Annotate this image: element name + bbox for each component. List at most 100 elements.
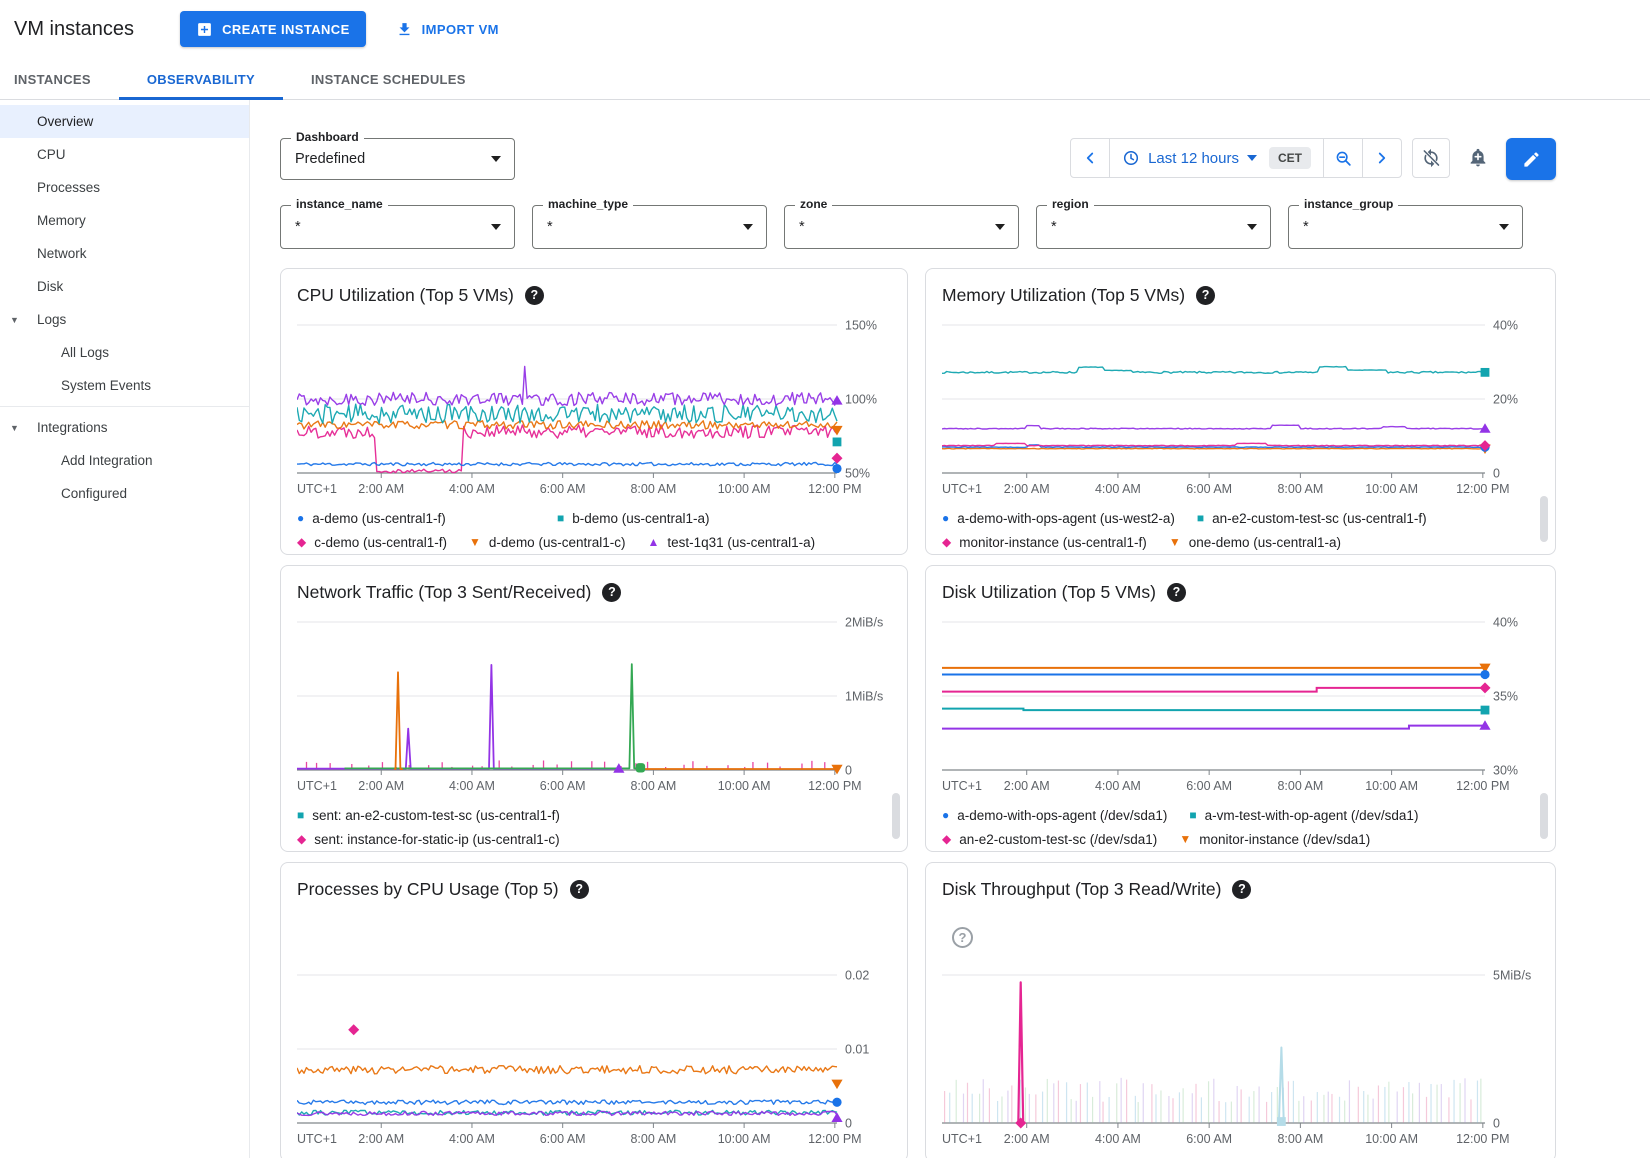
tab-instances[interactable]: INSTANCES (0, 58, 119, 100)
controls-row: Dashboard Predefined Last 12 hours (280, 138, 1556, 180)
time-range-selector[interactable]: Last 12 hours CET (1110, 139, 1323, 177)
dashboard-select[interactable]: Dashboard Predefined (280, 138, 515, 180)
legend-item[interactable]: ◆an-e2-custom-test-sc (/dev/sda1) (942, 832, 1157, 847)
help-icon[interactable]: ? (1232, 880, 1251, 899)
chart-plot[interactable]: 5MiB/s0UTC+12:00 AM4:00 AM6:00 AM8:00 AM… (942, 967, 1539, 1149)
legend-item[interactable]: ■sent: an-e2-custom-test-sc (us-central1… (297, 808, 560, 823)
legend-item[interactable]: ■an-e2-custom-test-sc (us-central1-f) (1197, 511, 1427, 526)
chart-title: Network Traffic (Top 3 Sent/Received) (297, 582, 591, 603)
triangle-down-marker-icon: ▼ (469, 536, 481, 548)
legend-scrollbar[interactable] (892, 793, 900, 839)
sidebar-item-add-integration[interactable]: Add Integration (0, 444, 249, 477)
svg-text:UTC+1: UTC+1 (297, 1132, 337, 1146)
sidebar-item-configured[interactable]: Configured (0, 477, 249, 510)
svg-text:4:00 AM: 4:00 AM (449, 482, 495, 496)
legend-item[interactable]: ▼monitor-instance (/dev/sda1) (1179, 832, 1370, 847)
legend-item[interactable]: ◆c-demo (us-central1-f) (297, 535, 447, 550)
svg-text:0: 0 (845, 764, 852, 778)
chart-plot[interactable]: 2MiB/s1MiB/s0UTC+12:00 AM4:00 AM6:00 AM8… (297, 614, 891, 796)
expander-caret-icon[interactable]: ▼ (10, 423, 19, 433)
sidebar-item-integrations[interactable]: ▼ Integrations (0, 411, 249, 444)
tab-observability[interactable]: OBSERVABILITY (119, 58, 283, 100)
sidebar-item-logs[interactable]: ▼Logs (0, 303, 249, 336)
chart-plot-area: 40%20%0UTC+12:00 AM4:00 AM6:00 AM8:00 AM… (942, 317, 1539, 504)
time-back-button[interactable] (1071, 139, 1109, 177)
svg-text:6:00 AM: 6:00 AM (540, 779, 586, 793)
filter-value: * (295, 219, 301, 235)
sidebar-item-label: Integrations (37, 420, 108, 435)
sidebar-item-overview[interactable]: Overview (0, 105, 249, 138)
timezone-badge[interactable]: CET (1269, 147, 1311, 169)
filter-select-region[interactable]: region* (1036, 205, 1271, 249)
sidebar-item-all-logs[interactable]: All Logs (0, 336, 249, 369)
edit-dashboard-button[interactable] (1506, 138, 1556, 180)
chart-plot[interactable]: 40%35%30%UTC+12:00 AM4:00 AM6:00 AM8:00 … (942, 614, 1539, 796)
sidebar-item-network[interactable]: Network (0, 237, 249, 270)
legend-item[interactable]: ▲test-1q31 (us-central1-a) (647, 535, 815, 550)
help-icon[interactable]: ? (570, 880, 589, 899)
svg-text:2MiB/s: 2MiB/s (845, 616, 883, 630)
svg-text:0.01: 0.01 (845, 1043, 869, 1057)
auto-refresh-off-button[interactable] (1412, 138, 1450, 178)
help-outline-icon[interactable]: ? (952, 927, 973, 948)
legend-item[interactable]: ●a-demo-with-ops-agent (us-west2-a) (942, 511, 1175, 526)
legend-label: a-demo-with-ops-agent (/dev/sda1) (957, 808, 1167, 823)
help-icon[interactable]: ? (1167, 583, 1186, 602)
legend-row: ●a-demo (us-central1-f) ■b-demo (us-centr… (297, 506, 891, 530)
chart-plot[interactable]: 0.020.010UTC+12:00 AM4:00 AM6:00 AM8:00 … (297, 967, 891, 1149)
filter-select-machine-type[interactable]: machine_type* (532, 205, 767, 249)
filter-select-zone[interactable]: zone* (784, 205, 1019, 249)
svg-text:2:00 AM: 2:00 AM (358, 482, 404, 496)
chart-legend: ●a-demo-with-ops-agent (/dev/sda1) ■a-vm-… (942, 803, 1539, 851)
chart-title: Memory Utilization (Top 5 VMs) (942, 285, 1185, 306)
zoom-out-button[interactable] (1324, 139, 1362, 177)
legend-item[interactable]: ◆sent: instance-for-static-ip (us-centra… (297, 832, 560, 847)
sidebar-item-system-events[interactable]: System Events (0, 369, 249, 402)
time-forward-button[interactable] (1363, 139, 1401, 177)
sidebar-item-processes[interactable]: Processes (0, 171, 249, 204)
legend-item[interactable]: ●a-demo-with-ops-agent (/dev/sda1) (942, 808, 1167, 823)
svg-text:4:00 AM: 4:00 AM (1095, 779, 1141, 793)
legend-item[interactable]: ■a-vm-test-with-op-agent (/dev/sda1) (1189, 808, 1418, 823)
filter-select-instance-group[interactable]: instance_group* (1288, 205, 1523, 249)
bell-plus-icon (1467, 147, 1489, 169)
svg-text:2:00 AM: 2:00 AM (1004, 1132, 1050, 1146)
legend-scrollbar[interactable] (1540, 793, 1548, 839)
svg-text:6:00 AM: 6:00 AM (540, 482, 586, 496)
legend-item[interactable]: ▼d-demo (us-central1-c) (469, 535, 625, 550)
legend-item[interactable]: ◆monitor-instance (us-central1-f) (942, 535, 1147, 550)
create-alert-button[interactable] (1460, 138, 1496, 178)
chart-plot[interactable]: 40%20%0UTC+12:00 AM4:00 AM6:00 AM8:00 AM… (942, 317, 1539, 499)
sidebar-item-label: Disk (37, 279, 63, 294)
help-icon[interactable]: ? (525, 286, 544, 305)
help-icon[interactable]: ? (1196, 286, 1215, 305)
filter-value: * (1303, 219, 1309, 235)
sidebar-item-memory[interactable]: Memory (0, 204, 249, 237)
sidebar-item-disk[interactable]: Disk (0, 270, 249, 303)
triangle-up-marker-icon: ▲ (647, 536, 659, 548)
filter-value: * (547, 219, 553, 235)
legend-label: sent: instance-for-static-ip (us-central… (314, 832, 559, 847)
help-icon[interactable]: ? (602, 583, 621, 602)
chart-plot[interactable]: 150%100%50%UTC+12:00 AM4:00 AM6:00 AM8:0… (297, 317, 891, 499)
square-marker-icon: ■ (1197, 512, 1204, 524)
import-vm-button[interactable]: IMPORT VM (396, 11, 499, 47)
chart-title: Disk Utilization (Top 5 VMs) (942, 582, 1156, 603)
svg-text:0: 0 (845, 1117, 852, 1131)
svg-text:UTC+1: UTC+1 (942, 779, 982, 793)
legend-label: a-demo-with-ops-agent (us-west2-a) (957, 511, 1175, 526)
sidebar-item-label: Network (37, 246, 87, 261)
legend-item[interactable]: ■b-demo (us-central1-a) (557, 511, 795, 526)
legend-label: an-e2-custom-test-sc (/dev/sda1) (959, 832, 1157, 847)
expander-caret-icon[interactable]: ▼ (10, 315, 19, 325)
legend-scrollbar[interactable] (1540, 496, 1548, 542)
filter-select-instance-name[interactable]: instance_name* (280, 205, 515, 249)
legend-item[interactable]: ▼one-demo (us-central1-a) (1169, 535, 1341, 550)
tab-instance-schedules[interactable]: INSTANCE SCHEDULES (283, 58, 494, 100)
create-instance-button[interactable]: CREATE INSTANCE (180, 11, 366, 47)
svg-text:6:00 AM: 6:00 AM (1186, 482, 1232, 496)
legend-row: ◆monitor-instance (us-central1-f) ▼one-de… (942, 530, 1539, 554)
legend-row: ●a-demo-with-ops-agent (us-west2-a) ■an-e… (942, 506, 1539, 530)
sidebar-item-cpu[interactable]: CPU (0, 138, 249, 171)
legend-item[interactable]: ●a-demo (us-central1-f) (297, 511, 535, 526)
